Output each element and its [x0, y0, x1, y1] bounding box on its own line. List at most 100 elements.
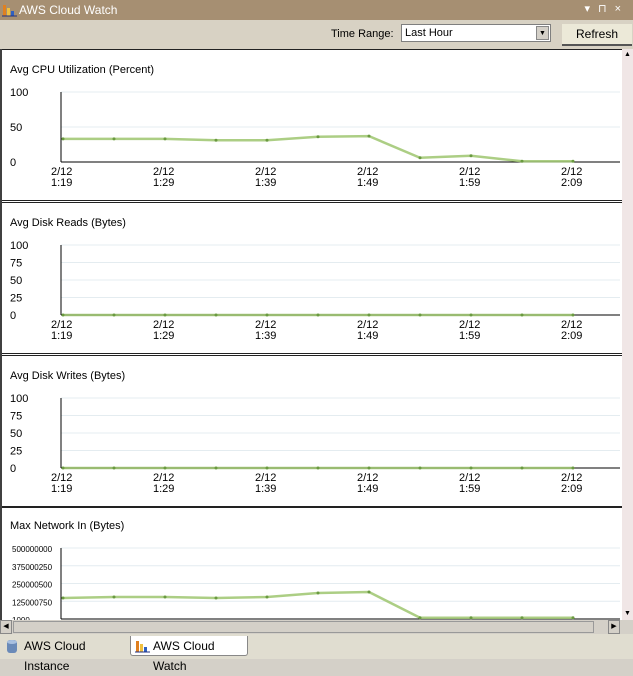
data-point [112, 137, 116, 141]
line-chart: 1005002/121:192/121:292/121:392/121:492/… [10, 87, 620, 189]
data-point [418, 313, 422, 317]
data-point [520, 313, 524, 317]
scroll-thumb[interactable] [13, 621, 594, 633]
chart-panel: Avg Disk Writes (Bytes) 100 75 50 25 0 2/12 1:1… [2, 355, 622, 507]
scroll-right-icon[interactable]: ▶ [608, 620, 620, 634]
data-point [163, 137, 167, 141]
data-point [265, 466, 269, 470]
scroll-left-icon[interactable]: ◀ [0, 620, 12, 634]
x-tick-label: 1:49 [357, 330, 378, 342]
data-point [163, 466, 167, 470]
x-tick-label: 1:29 [153, 330, 174, 342]
data-point [469, 154, 473, 158]
x-tick-label: 1:29 [153, 177, 174, 189]
horizontal-scrollbar[interactable]: ◀ ▶ [0, 620, 633, 634]
data-point [214, 313, 218, 317]
x-tick-label: 1:59 [459, 177, 480, 189]
line-chart: 10075502502/121:192/121:292/121:392/121:… [10, 240, 620, 342]
data-point [214, 596, 218, 600]
y-tick-label: 50 [10, 428, 22, 440]
data-point [61, 313, 65, 317]
scroll-up-icon[interactable]: ▲ [622, 49, 633, 61]
vertical-scrollbar[interactable]: ▲ ▼ [622, 49, 633, 620]
window-titlebar: AWS Cloud Watch ▾⊓× [0, 0, 633, 20]
chevron-down-icon[interactable]: ▼ [536, 26, 549, 40]
y-tick-label: 0 [10, 463, 16, 475]
y-tick-label: 375000250 [12, 563, 53, 572]
y-tick-label: 50 [10, 275, 22, 287]
data-point [61, 137, 65, 141]
data-point [469, 466, 473, 470]
data-point [571, 466, 575, 470]
tab-aws-cloud-instance[interactable]: AWS Cloud Instance [2, 636, 128, 673]
scroll-down-icon[interactable]: ▼ [622, 608, 633, 620]
window-title: AWS Cloud Watch [19, 3, 118, 17]
line-chart: 5000000003750002502500005001250007501000 [12, 545, 620, 620]
tab-label: AWS Cloud Watch [153, 639, 215, 673]
series-line [63, 134, 573, 163]
refresh-button[interactable]: Refresh [562, 24, 632, 46]
y-tick-label: 125000750 [12, 598, 53, 607]
chart-icon [2, 5, 17, 17]
x-tick-label: 1:49 [357, 483, 378, 495]
document-tabs: AWS Cloud Instance AWS Cloud Watch [0, 634, 633, 673]
time-range-label: Time Range: [331, 28, 394, 40]
x-tick-label: 1:39 [255, 177, 276, 189]
x-tick-label: 1:39 [255, 330, 276, 342]
chart-panel: Max Network In (Bytes) 500000000 375000250… [2, 507, 622, 620]
x-tick-label: 2:09 [561, 483, 582, 495]
x-tick-label: 1:59 [459, 483, 480, 495]
series-line [62, 590, 573, 619]
x-tick-label: 1:19 [51, 177, 72, 189]
pin-icon[interactable]: ⊓ [598, 3, 615, 15]
data-point [418, 616, 422, 620]
close-icon[interactable]: × [615, 3, 629, 15]
x-tick-label: 1:19 [51, 483, 72, 495]
tab-aws-cloud-watch[interactable]: AWS Cloud Watch [130, 636, 248, 673]
y-tick-label: 25 [10, 446, 22, 458]
data-point [112, 466, 116, 470]
data-point [112, 313, 116, 317]
data-point [418, 466, 422, 470]
data-point [367, 313, 371, 317]
x-tick-label: 1:39 [255, 483, 276, 495]
data-point [214, 466, 218, 470]
data-point [61, 596, 65, 600]
x-tick-label: 2:09 [561, 177, 582, 189]
time-range-select[interactable]: Last Hour ▼ [401, 24, 551, 42]
line-chart: 10075502502/121:192/121:292/121:392/121:… [10, 393, 620, 495]
data-point [367, 590, 371, 594]
y-tick-label: 25 [10, 293, 22, 305]
y-tick-label: 75 [10, 411, 22, 423]
y-tick-label: 100 [10, 240, 28, 252]
data-point [265, 138, 269, 142]
y-tick-label: 100 [10, 393, 28, 405]
dropdown-icon[interactable]: ▾ [584, 3, 598, 15]
y-tick-label: 50 [10, 122, 22, 134]
chart-panel: Avg Disk Reads (Bytes) 100 75 50 25 0 2/12 1:19… [2, 202, 622, 354]
y-tick-label: 250000500 [12, 581, 53, 590]
database-icon [7, 640, 17, 653]
x-tick-label: 1:29 [153, 483, 174, 495]
data-point [316, 591, 320, 595]
y-tick-label: 100 [10, 87, 28, 99]
data-point [520, 466, 524, 470]
data-point [61, 466, 65, 470]
data-point [265, 313, 269, 317]
data-point [571, 159, 575, 163]
data-point [316, 466, 320, 470]
data-point [163, 313, 167, 317]
data-point [316, 313, 320, 317]
data-point [163, 595, 167, 599]
y-tick-label: 0 [10, 310, 16, 322]
y-tick-label: 500000000 [12, 545, 53, 554]
x-tick-label: 2:09 [561, 330, 582, 342]
charts-area: Avg CPU Utilization (Percent) 100 50 0 2/12 1… [0, 49, 622, 620]
data-point [265, 595, 269, 599]
x-tick-label: 1:49 [357, 177, 378, 189]
data-point [418, 156, 422, 160]
data-point [520, 159, 524, 163]
data-point [367, 134, 371, 138]
chart-panel: Avg CPU Utilization (Percent) 100 50 0 2/12 1… [2, 49, 622, 201]
data-point [469, 616, 473, 620]
